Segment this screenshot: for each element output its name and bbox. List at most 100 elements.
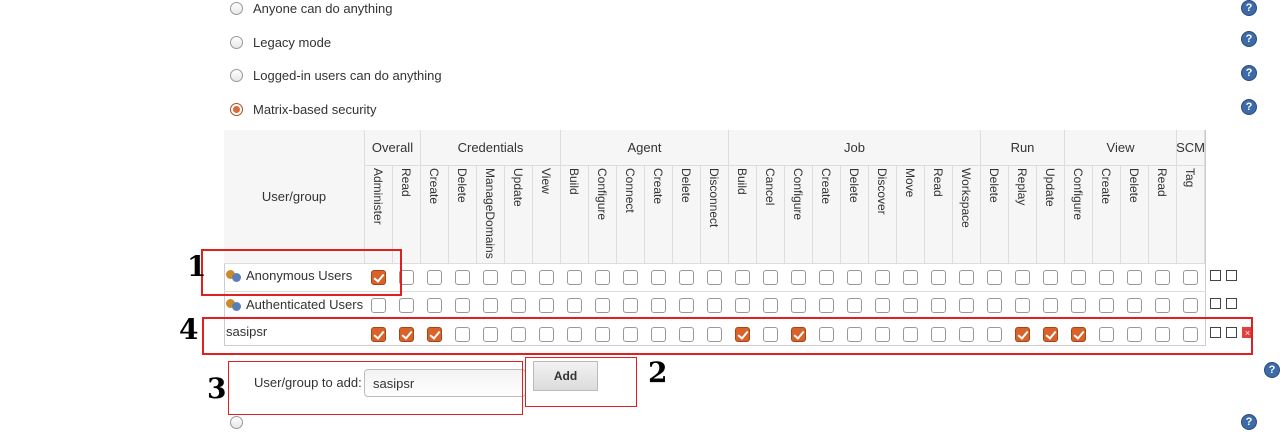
permission-checkbox[interactable] [1155, 298, 1170, 313]
radio-anyone-label: Anyone can do anything [253, 0, 393, 16]
permission-checkbox[interactable] [427, 270, 442, 285]
user-group-header-label: User/group [261, 189, 327, 204]
help-icon[interactable]: ? [1241, 31, 1257, 47]
permission-checkbox[interactable] [651, 298, 666, 313]
radio-anyone[interactable]: Anyone can do anything [230, 0, 393, 18]
permission-checkbox[interactable] [707, 298, 722, 313]
permission-column-header: Delete [1121, 166, 1149, 264]
permission-checkbox[interactable] [987, 270, 1002, 285]
permission-checkbox[interactable] [539, 298, 554, 313]
permission-checkbox[interactable] [1099, 298, 1114, 313]
permission-checkbox[interactable] [679, 270, 694, 285]
permission-label: Delete [679, 168, 693, 203]
permission-column-header: Delete [981, 166, 1009, 264]
select-all-icon[interactable] [1210, 270, 1221, 281]
permission-checkbox[interactable] [1127, 298, 1142, 313]
permission-checkbox[interactable] [931, 270, 946, 285]
permission-checkbox[interactable] [1155, 270, 1170, 285]
permission-checkbox[interactable] [931, 298, 946, 313]
permission-checkbox[interactable] [959, 270, 974, 285]
permission-checkbox[interactable] [651, 270, 666, 285]
permission-checkbox[interactable] [1043, 298, 1058, 313]
permission-checkbox[interactable] [567, 298, 582, 313]
permission-checkbox[interactable] [1015, 270, 1030, 285]
permission-checkbox[interactable] [819, 298, 834, 313]
permission-checkbox[interactable] [679, 298, 694, 313]
unselect-all-icon[interactable] [1226, 270, 1237, 281]
permission-checkbox[interactable] [539, 270, 554, 285]
permission-label: Delete [847, 168, 861, 203]
permission-label: Disconnect [707, 168, 721, 228]
radio-anyone-button[interactable] [230, 1, 243, 15]
permission-checkbox[interactable] [567, 270, 582, 285]
permission-checkbox[interactable] [455, 298, 470, 313]
radio-loggedin-button[interactable] [230, 68, 243, 82]
permission-label: Move [903, 168, 917, 198]
permission-checkbox[interactable] [987, 298, 1002, 313]
permission-label: Create [651, 168, 665, 205]
permission-checkbox[interactable] [511, 270, 526, 285]
permission-group-header: SCM [1176, 130, 1205, 166]
select-all-icon[interactable] [1210, 298, 1221, 309]
permission-column-header: Read [1149, 166, 1177, 264]
permission-checkbox[interactable] [511, 298, 526, 313]
radio-legacy-button[interactable] [230, 35, 243, 49]
radio-legacy[interactable]: Legacy mode [230, 32, 331, 52]
radio-matrix-button[interactable] [230, 102, 243, 116]
permission-checkbox[interactable] [791, 270, 806, 285]
permission-checkbox[interactable] [1183, 298, 1198, 313]
radio-matrix[interactable]: Matrix-based security [230, 99, 377, 119]
permission-group-header: Agent [561, 130, 729, 166]
permission-checkbox[interactable] [847, 270, 862, 285]
radio-next-option-button[interactable] [230, 415, 243, 429]
permission-checkbox[interactable] [1127, 270, 1142, 285]
radio-loggedin[interactable]: Logged-in users can do anything [230, 65, 442, 85]
user-name: Authenticated Users [246, 296, 364, 312]
permission-checkbox[interactable] [903, 270, 918, 285]
user-group-header: User/group [224, 130, 365, 264]
permission-checkbox[interactable] [875, 298, 890, 313]
permission-checkbox[interactable] [371, 298, 386, 313]
permission-checkbox[interactable] [1099, 270, 1114, 285]
permission-checkbox[interactable] [847, 298, 862, 313]
help-icon[interactable]: ? [1241, 0, 1257, 16]
permission-checkbox[interactable] [707, 270, 722, 285]
permission-column-header: View [533, 166, 561, 264]
permission-checkbox[interactable] [763, 270, 778, 285]
help-icon[interactable]: ? [1241, 65, 1257, 81]
help-icon[interactable]: ? [1241, 414, 1257, 430]
permission-checkbox[interactable] [483, 298, 498, 313]
permission-checkbox[interactable] [1015, 298, 1030, 313]
permission-label: View [539, 168, 553, 194]
permission-checkbox[interactable] [875, 270, 890, 285]
help-icon[interactable]: ? [1264, 362, 1280, 378]
radio-next-option[interactable] [230, 412, 253, 432]
permission-checkbox[interactable] [455, 270, 470, 285]
unselect-all-icon[interactable] [1226, 298, 1237, 309]
permission-checkbox[interactable] [399, 298, 414, 313]
help-icon[interactable]: ? [1241, 99, 1257, 115]
permission-checkbox[interactable] [1183, 270, 1198, 285]
permission-checkbox[interactable] [735, 298, 750, 313]
permission-checkbox[interactable] [819, 270, 834, 285]
permission-checkbox[interactable] [1071, 270, 1086, 285]
permission-checkbox[interactable] [1043, 270, 1058, 285]
permission-column-header: Move [897, 166, 925, 264]
permission-label: Delete [1127, 168, 1141, 203]
permission-checkbox[interactable] [959, 298, 974, 313]
permission-checkbox[interactable] [483, 270, 498, 285]
permission-label: Update [511, 168, 525, 207]
permission-checkbox[interactable] [623, 270, 638, 285]
permission-checkbox[interactable] [1071, 298, 1086, 313]
permission-checkbox[interactable] [735, 270, 750, 285]
permission-checkbox[interactable] [903, 298, 918, 313]
permission-checkbox[interactable] [623, 298, 638, 313]
permission-checkbox[interactable] [763, 298, 778, 313]
permission-checkbox[interactable] [791, 298, 806, 313]
annotation-number-2: 2 [648, 356, 668, 389]
permission-checkbox[interactable] [427, 298, 442, 313]
permission-group-header: Credentials [421, 130, 561, 166]
permission-checkbox[interactable] [595, 298, 610, 313]
permission-checkbox[interactable] [595, 270, 610, 285]
annotation-number-4: 4 [179, 313, 199, 346]
